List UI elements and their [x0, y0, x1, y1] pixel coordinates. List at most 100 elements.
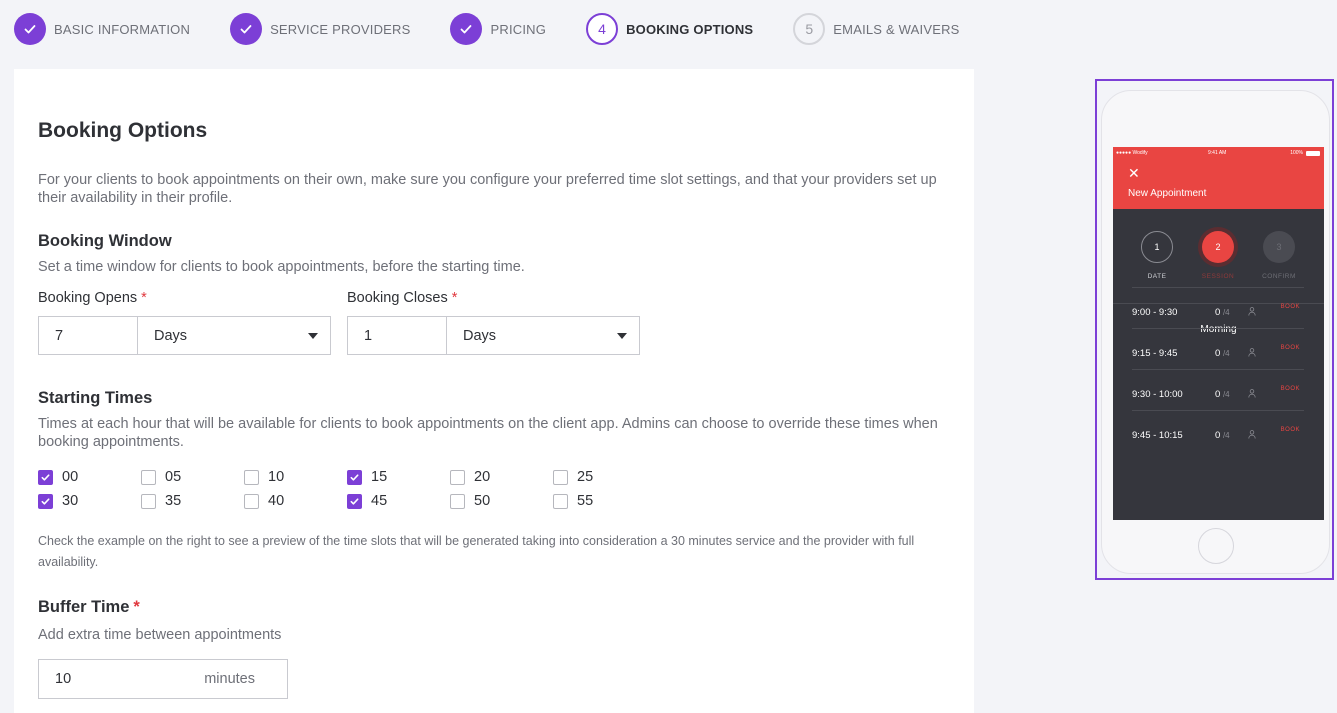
booking-closes-label: Booking Closes *	[347, 290, 458, 306]
app-header: ●●●●● Wodify 9:41 AM 100% ✕ New Appointm…	[1113, 147, 1324, 209]
checkbox-unchecked[interactable]	[450, 493, 465, 509]
starting-times-desc: Times at each hour that will be availabl…	[38, 416, 938, 450]
checkbox-unchecked[interactable]	[244, 493, 259, 509]
app-title: New Appointment	[1128, 188, 1207, 199]
preview-step-label: CONFIRM	[1262, 273, 1296, 280]
checkbox-unchecked[interactable]	[553, 493, 568, 509]
person-icon	[1248, 430, 1256, 439]
checkbox-minute[interactable]: 05	[141, 469, 181, 485]
step-number: 5	[793, 13, 826, 45]
booking-closes-input[interactable]: 1	[348, 317, 447, 354]
checkbox-minute[interactable]: 40	[244, 493, 284, 509]
booking-opens-input[interactable]: 7	[39, 317, 138, 354]
booking-closes-field: 1 Days	[347, 316, 640, 355]
checkbox-label: 10	[268, 469, 285, 485]
checkbox-minute[interactable]: 35	[141, 493, 181, 509]
checkbox-minute[interactable]: 50	[450, 493, 490, 509]
check-icon	[350, 473, 359, 481]
booking-options-card: Booking Options For your clients to book…	[14, 69, 974, 713]
slot-count: 0 /4	[1215, 307, 1230, 318]
check-icon	[450, 13, 483, 45]
buffer-time-desc: Add extra time between appointments	[38, 627, 282, 643]
checkbox-minute[interactable]: 15	[347, 469, 387, 485]
checkbox-unchecked[interactable]	[553, 469, 568, 485]
checkbox-label: 00	[62, 469, 79, 485]
checkbox-checked[interactable]	[347, 469, 362, 485]
status-bar: ●●●●● Wodify 9:41 AM 100%	[1113, 150, 1324, 160]
checkbox-checked[interactable]	[347, 493, 362, 509]
slot-count: 0 /4	[1215, 389, 1230, 400]
checkbox-label: 30	[62, 493, 79, 509]
book-button: BOOK	[1280, 386, 1300, 392]
checkbox-minute[interactable]: 30	[38, 493, 78, 509]
checkbox-unchecked[interactable]	[450, 469, 465, 485]
starting-times-title: Starting Times	[38, 389, 153, 407]
close-icon: ✕	[1128, 165, 1140, 181]
phone-screen: ●●●●● Wodify 9:41 AM 100% ✕ New Appointm…	[1113, 147, 1324, 520]
checkbox-unchecked[interactable]	[244, 469, 259, 485]
page-title: Booking Options	[38, 119, 208, 142]
booking-closes-unit-select[interactable]: Days	[447, 317, 639, 354]
checkbox-minute[interactable]: 25	[553, 469, 593, 485]
booking-opens-unit-select[interactable]: Days	[138, 317, 330, 354]
checkbox-checked[interactable]	[38, 493, 53, 509]
preview-slot-row: 9:45 - 10:15 0 /4 BOOK	[1132, 410, 1304, 451]
checkbox-checked[interactable]	[38, 469, 53, 485]
step-booking-options[interactable]: 4 BOOKING OPTIONS	[586, 13, 753, 45]
checkbox-label: 20	[474, 469, 491, 485]
booking-window-title: Booking Window	[38, 232, 172, 250]
book-button: BOOK	[1280, 427, 1300, 433]
step-label: EMAILS & WAIVERS	[833, 21, 960, 37]
battery-icon: 100%	[1290, 150, 1320, 156]
check-icon	[41, 497, 50, 505]
status-time: 9:41 AM	[1208, 150, 1227, 156]
step-emails-waivers[interactable]: 5 EMAILS & WAIVERS	[793, 13, 959, 45]
step-label: PRICING	[490, 21, 547, 37]
step-pricing[interactable]: PRICING	[450, 13, 546, 45]
check-icon	[230, 13, 263, 45]
preview-step-confirm: 3 CONFIRM	[1249, 231, 1309, 280]
required-marker: *	[141, 290, 147, 306]
check-icon	[14, 13, 46, 45]
checkbox-minute[interactable]: 10	[244, 469, 284, 485]
preview-slot-row: 9:30 - 10:00 0 /4 BOOK	[1132, 369, 1304, 410]
person-icon	[1248, 348, 1256, 357]
phone-preview: ●●●●● Wodify 9:41 AM 100% ✕ New Appointm…	[1095, 79, 1334, 580]
step-service-providers[interactable]: SERVICE PROVIDERS	[230, 13, 410, 45]
slot-time: 9:45 - 10:15	[1132, 430, 1183, 441]
step-number: 4	[586, 13, 619, 45]
checkbox-minute[interactable]: 55	[553, 493, 593, 509]
preview-slot-row: 9:00 - 9:30 0 /4 BOOK	[1132, 287, 1304, 328]
checkbox-minute[interactable]: 45	[347, 493, 387, 509]
buffer-time-title: Buffer Time *	[38, 598, 140, 616]
person-icon	[1248, 389, 1256, 398]
booking-opens-label: Booking Opens *	[38, 290, 147, 306]
wizard-stepper: BASIC INFORMATION SERVICE PROVIDERS PRIC…	[14, 13, 1000, 45]
book-button: BOOK	[1280, 345, 1300, 351]
slot-count: 0 /4	[1215, 430, 1230, 441]
step-label: SERVICE PROVIDERS	[270, 21, 411, 37]
preview-step-label: DATE	[1147, 273, 1167, 280]
checkbox-unchecked[interactable]	[141, 469, 156, 485]
checkbox-unchecked[interactable]	[141, 493, 156, 509]
checkbox-label: 40	[268, 493, 285, 509]
step-label: BASIC INFORMATION	[54, 21, 191, 37]
checkbox-minute[interactable]: 20	[450, 469, 490, 485]
preview-step-session: 2 SESSION	[1188, 231, 1248, 280]
checkbox-label: 35	[165, 493, 182, 509]
step-basic-information[interactable]: BASIC INFORMATION	[14, 13, 190, 45]
buffer-time-value: 10	[55, 671, 72, 687]
checkbox-label: 50	[474, 493, 491, 509]
preview-slot-row: 9:15 - 9:45 0 /4 BOOK	[1132, 328, 1304, 369]
status-carrier: ●●●●● Wodify	[1116, 150, 1148, 156]
preview-step-label: SESSION	[1201, 273, 1235, 280]
caret-down-icon	[617, 332, 627, 339]
home-button	[1198, 528, 1234, 564]
preview-step-number: 2	[1202, 231, 1234, 263]
checkbox-minute[interactable]: 00	[38, 469, 78, 485]
slot-time: 9:30 - 10:00	[1132, 389, 1183, 400]
check-icon	[41, 473, 50, 481]
slot-time: 9:00 - 9:30	[1132, 307, 1178, 318]
buffer-time-input[interactable]: 10 minutes	[38, 659, 288, 699]
slot-count: 0 /4	[1215, 348, 1230, 359]
